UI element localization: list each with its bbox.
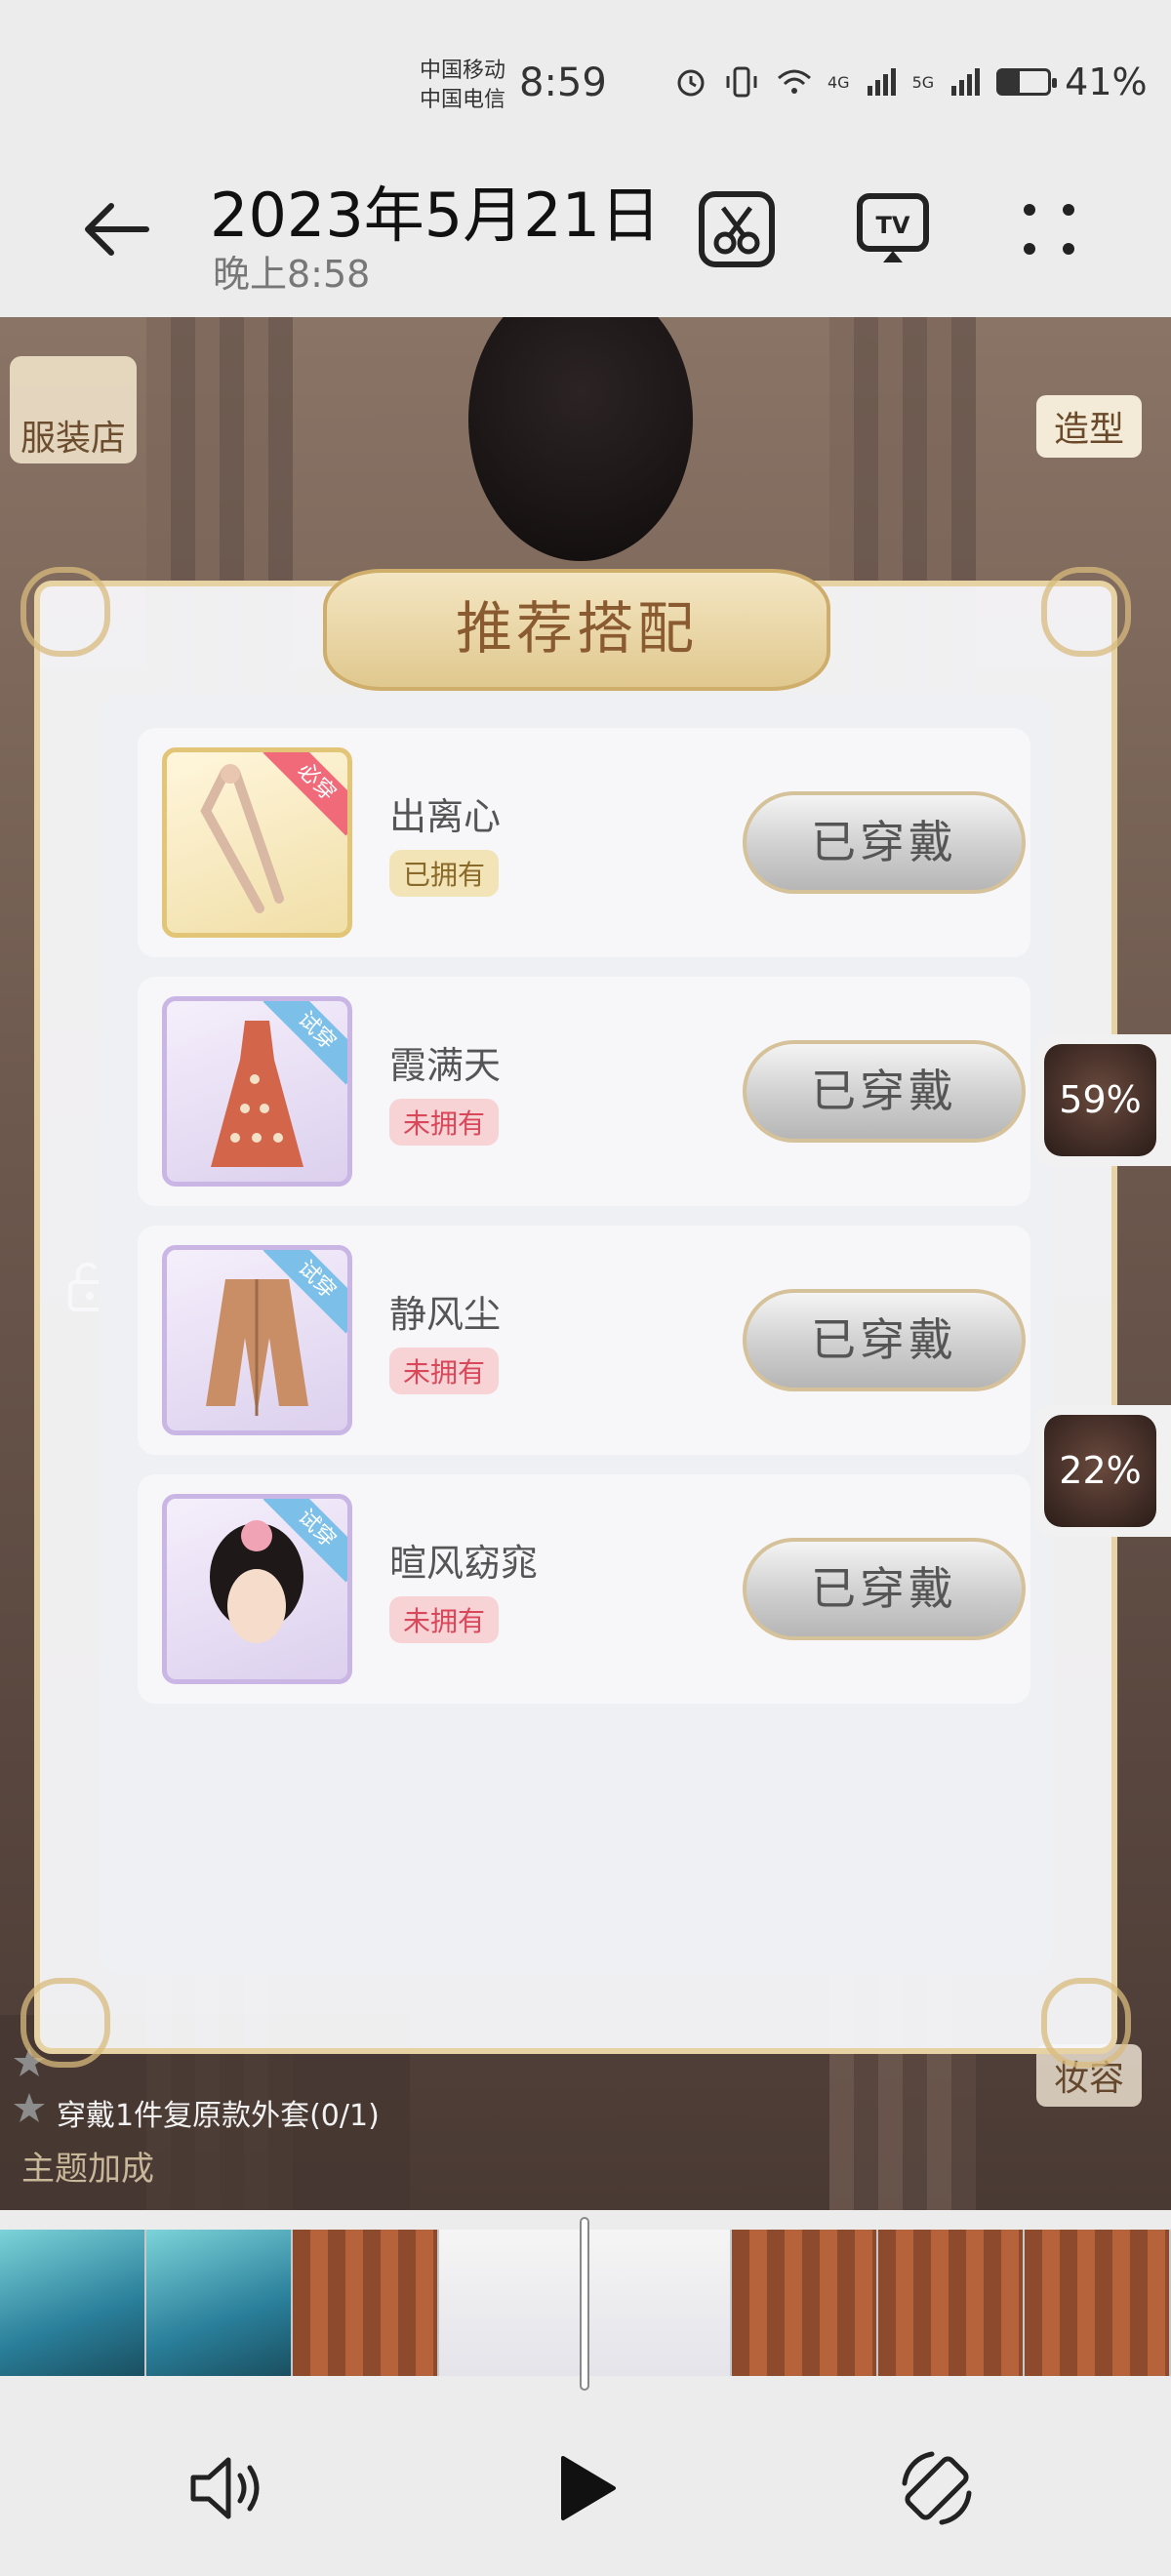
timeline-playhead[interactable] — [580, 2217, 589, 2391]
floating-avatar[interactable]: 59% — [1034, 1034, 1171, 1166]
timeline-frame — [146, 2230, 293, 2376]
battery-percent: 41% — [1065, 60, 1148, 103]
outfit-item: 试穿 暄风窈窕 未拥有 已穿戴 — [138, 1474, 1030, 1704]
back-arrow-icon[interactable] — [78, 190, 156, 268]
network-2-label: 5G — [911, 72, 935, 92]
wear-button[interactable]: 已穿戴 — [743, 1289, 1026, 1391]
timeline-frame — [0, 2230, 146, 2376]
status-time: 8:59 — [519, 60, 607, 105]
carrier-1: 中国移动 — [420, 59, 506, 83]
avatar-percent: 22% — [1044, 1415, 1156, 1527]
outfit-item: 试穿 霞满天 未拥有 已穿戴 — [138, 977, 1030, 1206]
more-icon[interactable] — [1010, 190, 1088, 268]
wear-button[interactable]: 已穿戴 — [743, 1538, 1026, 1640]
quest-text: 穿戴1件复原款外套(0/1) — [57, 2099, 380, 2133]
video-date: 2023年5月21日 — [210, 180, 662, 251]
rotate-icon[interactable] — [893, 2444, 981, 2532]
shop-label: 服装店 — [20, 419, 126, 459]
shop-button[interactable]: 服装店 — [10, 356, 137, 463]
item-not-owned-badge: 未拥有 — [389, 1596, 500, 1643]
avatar-percent: 59% — [1044, 1044, 1156, 1156]
timeline-frame — [1025, 2230, 1171, 2376]
item-thumbnail[interactable]: 必穿 — [162, 747, 352, 938]
video-time: 晚上8:58 — [213, 253, 371, 296]
timeline-frame — [732, 2230, 878, 2376]
item-name: 霞满天 — [389, 1044, 502, 1087]
recommend-panel: 推荐搭配 必穿 出离心 已拥有 已穿戴 试穿 霞满天 未拥有 已穿戴 试穿 静风… — [20, 567, 1131, 2068]
tv-icon[interactable]: TV — [854, 190, 932, 268]
quest-heading: 主题加成 — [21, 2150, 154, 2189]
panel-title: 推荐搭配 — [323, 569, 830, 691]
carrier-2: 中国电信 — [420, 88, 506, 112]
corner-ornament — [20, 567, 110, 657]
play-icon[interactable] — [542, 2444, 629, 2532]
network-1-label: 4G — [828, 72, 850, 92]
signal-icon — [951, 68, 981, 96]
item-thumbnail[interactable]: 试穿 — [162, 1245, 352, 1435]
signal-icon — [867, 68, 896, 96]
style-button[interactable]: 造型 — [1035, 395, 1142, 458]
corner-ornament — [20, 1978, 110, 2068]
item-thumbnail[interactable]: 试穿 — [162, 1494, 352, 1684]
item-name: 静风尘 — [389, 1293, 502, 1336]
video-header: 2023年5月21日 晚上8:58 TV — [0, 146, 1171, 317]
corner-ornament — [1041, 1978, 1131, 2068]
floating-avatar[interactable]: 22% — [1034, 1405, 1171, 1537]
timeline-frame — [586, 2230, 732, 2376]
item-not-owned-badge: 未拥有 — [389, 1348, 500, 1394]
player-controls — [0, 2391, 1171, 2576]
star-icon — [14, 2093, 45, 2122]
item-owned-badge: 已拥有 — [389, 850, 500, 897]
wear-button[interactable]: 已穿戴 — [743, 1040, 1026, 1143]
item-thumbnail[interactable]: 试穿 — [162, 996, 352, 1187]
timeline-frame — [293, 2230, 439, 2376]
video-frame[interactable]: 服装店 造型 穿戴1件复原款外套(0/1) 主题加成 妆容 推荐搭配 必穿 出离… — [0, 317, 1171, 2210]
item-name: 暄风窈窕 — [389, 1542, 539, 1585]
scissors-icon[interactable] — [698, 190, 776, 268]
item-not-owned-badge: 未拥有 — [389, 1099, 500, 1146]
status-bar: 中国移动 中国电信 8:59 4G 5G 41% — [0, 0, 1171, 166]
character-hair — [468, 317, 693, 561]
volume-icon[interactable] — [183, 2444, 271, 2532]
vibrate-icon — [726, 66, 757, 98]
wifi-icon — [778, 69, 811, 94]
wear-button[interactable]: 已穿戴 — [743, 791, 1026, 894]
battery-icon — [996, 68, 1058, 96]
item-name: 出离心 — [389, 795, 502, 838]
outfit-item: 必穿 出离心 已拥有 已穿戴 — [138, 728, 1030, 957]
corner-ornament — [1041, 567, 1131, 657]
status-icons: 4G 5G 41% — [673, 60, 1148, 103]
timeline-frame — [439, 2230, 586, 2376]
timeline-frame — [878, 2230, 1025, 2376]
style-label: 造型 — [1053, 410, 1124, 450]
svg-text:TV: TV — [876, 212, 910, 239]
alarm-icon — [677, 69, 705, 97]
carrier-info: 中国移动 中国电信 — [420, 57, 505, 115]
outfit-item: 试穿 静风尘 未拥有 已穿戴 — [138, 1226, 1030, 1455]
